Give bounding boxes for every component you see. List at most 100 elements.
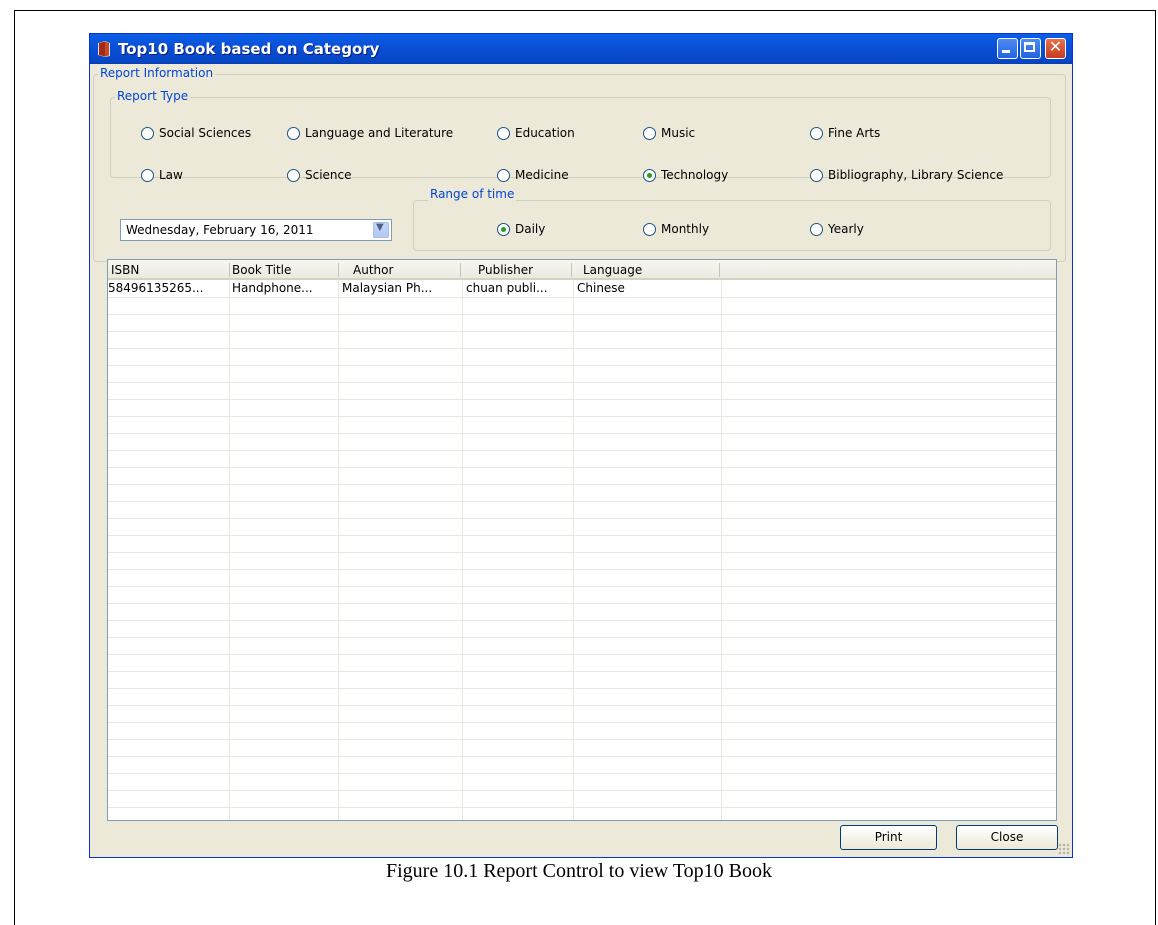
radio-circle[interactable]	[810, 168, 823, 182]
table-cell-language[interactable]: Chinese	[577, 281, 625, 295]
grid-row-line	[108, 297, 1056, 298]
grid-row-line	[108, 620, 1056, 621]
grid-row-line	[108, 399, 1056, 400]
radio-label: Law	[159, 168, 183, 182]
grid-column-line	[338, 280, 339, 820]
report-window: Top10 Book based on Category ✕ Report In…	[89, 33, 1073, 858]
radio-daily[interactable]: Daily	[497, 222, 545, 236]
grid-row-line	[108, 314, 1056, 315]
date-picker-dropdown-button[interactable]: ▼	[373, 222, 389, 238]
results-grid[interactable]: ISBN Book Title Author Publisher Languag…	[107, 259, 1057, 821]
radio-label: Bibliography, Library Science	[828, 168, 1004, 182]
grid-row-line	[108, 467, 1056, 468]
print-button[interactable]: Print	[840, 825, 937, 850]
radio-fine-arts[interactable]: Fine Arts	[810, 126, 880, 140]
dropdown-arrow-icon: ▼	[376, 222, 384, 233]
grid-row-line	[108, 331, 1056, 332]
report-type-legend: Report Type	[115, 89, 191, 103]
grid-row-line	[108, 654, 1056, 655]
grid-row-line	[108, 739, 1056, 740]
grid-row-line	[108, 671, 1056, 672]
grid-row-line	[108, 705, 1056, 706]
column-header-author[interactable]: Author	[353, 263, 393, 277]
radio-circle[interactable]	[287, 126, 300, 140]
grid-row-line	[108, 637, 1056, 638]
column-separator[interactable]	[229, 263, 230, 277]
radio-monthly[interactable]: Monthly	[643, 222, 709, 236]
table-cell-book-title[interactable]: Handphone...	[232, 281, 313, 295]
radio-circle[interactable]	[497, 222, 510, 236]
column-separator[interactable]	[338, 263, 339, 277]
column-separator[interactable]	[571, 263, 572, 277]
grid-row-line	[108, 416, 1056, 417]
grid-row-line	[108, 773, 1056, 774]
column-header-isbn[interactable]: ISBN	[111, 263, 139, 277]
minimize-icon	[1002, 50, 1010, 53]
radio-science[interactable]: Science	[287, 168, 352, 182]
column-separator[interactable]	[719, 263, 720, 277]
radio-label: Technology	[661, 168, 729, 182]
radio-circle[interactable]	[643, 126, 656, 140]
grid-row-line	[108, 569, 1056, 570]
close-button[interactable]: Close	[956, 825, 1058, 850]
radio-medicine[interactable]: Medicine	[497, 168, 569, 182]
table-cell-author[interactable]: Malaysian Ph...	[342, 281, 432, 295]
radio-yearly[interactable]: Yearly	[810, 222, 864, 236]
grid-row-line	[108, 382, 1056, 383]
grid-row-line	[108, 348, 1056, 349]
column-separator[interactable]	[460, 263, 461, 277]
maximize-icon	[1024, 42, 1035, 52]
radio-circle[interactable]	[497, 126, 510, 140]
radio-circle[interactable]	[810, 126, 823, 140]
grid-row-line	[108, 535, 1056, 536]
grid-column-line	[229, 280, 230, 820]
radio-label: Daily	[515, 222, 546, 236]
radio-music[interactable]: Music	[643, 126, 695, 140]
grid-row-line	[108, 790, 1056, 791]
column-header-publisher[interactable]: Publisher	[478, 263, 533, 277]
date-picker[interactable]: Wednesday, February 16, 2011 ▼	[120, 219, 392, 241]
grid-column-line	[573, 280, 574, 820]
radio-social-sciences[interactable]: Social Sciences	[141, 126, 251, 140]
grid-row-line	[108, 433, 1056, 434]
grid-row-line	[108, 450, 1056, 451]
grid-row-line	[108, 501, 1056, 502]
radio-label: Fine Arts	[828, 126, 881, 140]
radio-label: Education	[515, 126, 575, 140]
grid-row-line	[108, 365, 1056, 366]
radio-circle[interactable]	[643, 168, 656, 182]
radio-law[interactable]: Law	[141, 168, 183, 182]
radio-circle[interactable]	[141, 168, 154, 182]
radio-circle[interactable]	[643, 222, 656, 236]
radio-technology[interactable]: Technology	[643, 168, 728, 182]
table-cell-publisher[interactable]: chuan publi...	[466, 281, 548, 295]
radio-label: Social Sciences	[159, 126, 252, 140]
column-header-book-title[interactable]: Book Title	[232, 263, 291, 277]
radio-circle[interactable]	[141, 126, 154, 140]
window-title: Top10 Book based on Category	[118, 40, 380, 58]
table-cell-isbn[interactable]: 58496135265...	[108, 281, 203, 295]
minimize-button[interactable]	[997, 38, 1018, 59]
radio-label: Medicine	[515, 168, 569, 182]
radio-label: Yearly	[828, 222, 864, 236]
range-of-time-legend: Range of time	[428, 187, 517, 201]
grid-row-line	[108, 756, 1056, 757]
grid-row-line	[108, 722, 1056, 723]
grid-column-line	[462, 280, 463, 820]
radio-education[interactable]: Education	[497, 126, 575, 140]
radio-language-and-literature[interactable]: Language and Literature	[287, 126, 453, 140]
column-header-language[interactable]: Language	[583, 263, 642, 277]
radio-label: Music	[661, 126, 696, 140]
close-icon: ✕	[1048, 37, 1063, 56]
resize-grip-icon[interactable]	[1058, 843, 1070, 855]
radio-circle[interactable]	[497, 168, 510, 182]
radio-circle[interactable]	[287, 168, 300, 182]
radio-bibliography-library-science[interactable]: Bibliography, Library Science	[810, 168, 1003, 182]
date-picker-value: Wednesday, February 16, 2011	[126, 223, 314, 237]
radio-label: Science	[305, 168, 352, 182]
maximize-button[interactable]	[1020, 38, 1041, 59]
close-window-button[interactable]: ✕	[1045, 37, 1066, 59]
grid-header: ISBN Book Title Author Publisher Languag…	[108, 260, 1056, 280]
title-bar[interactable]: Top10 Book based on Category ✕	[90, 34, 1072, 64]
radio-circle[interactable]	[810, 222, 823, 236]
